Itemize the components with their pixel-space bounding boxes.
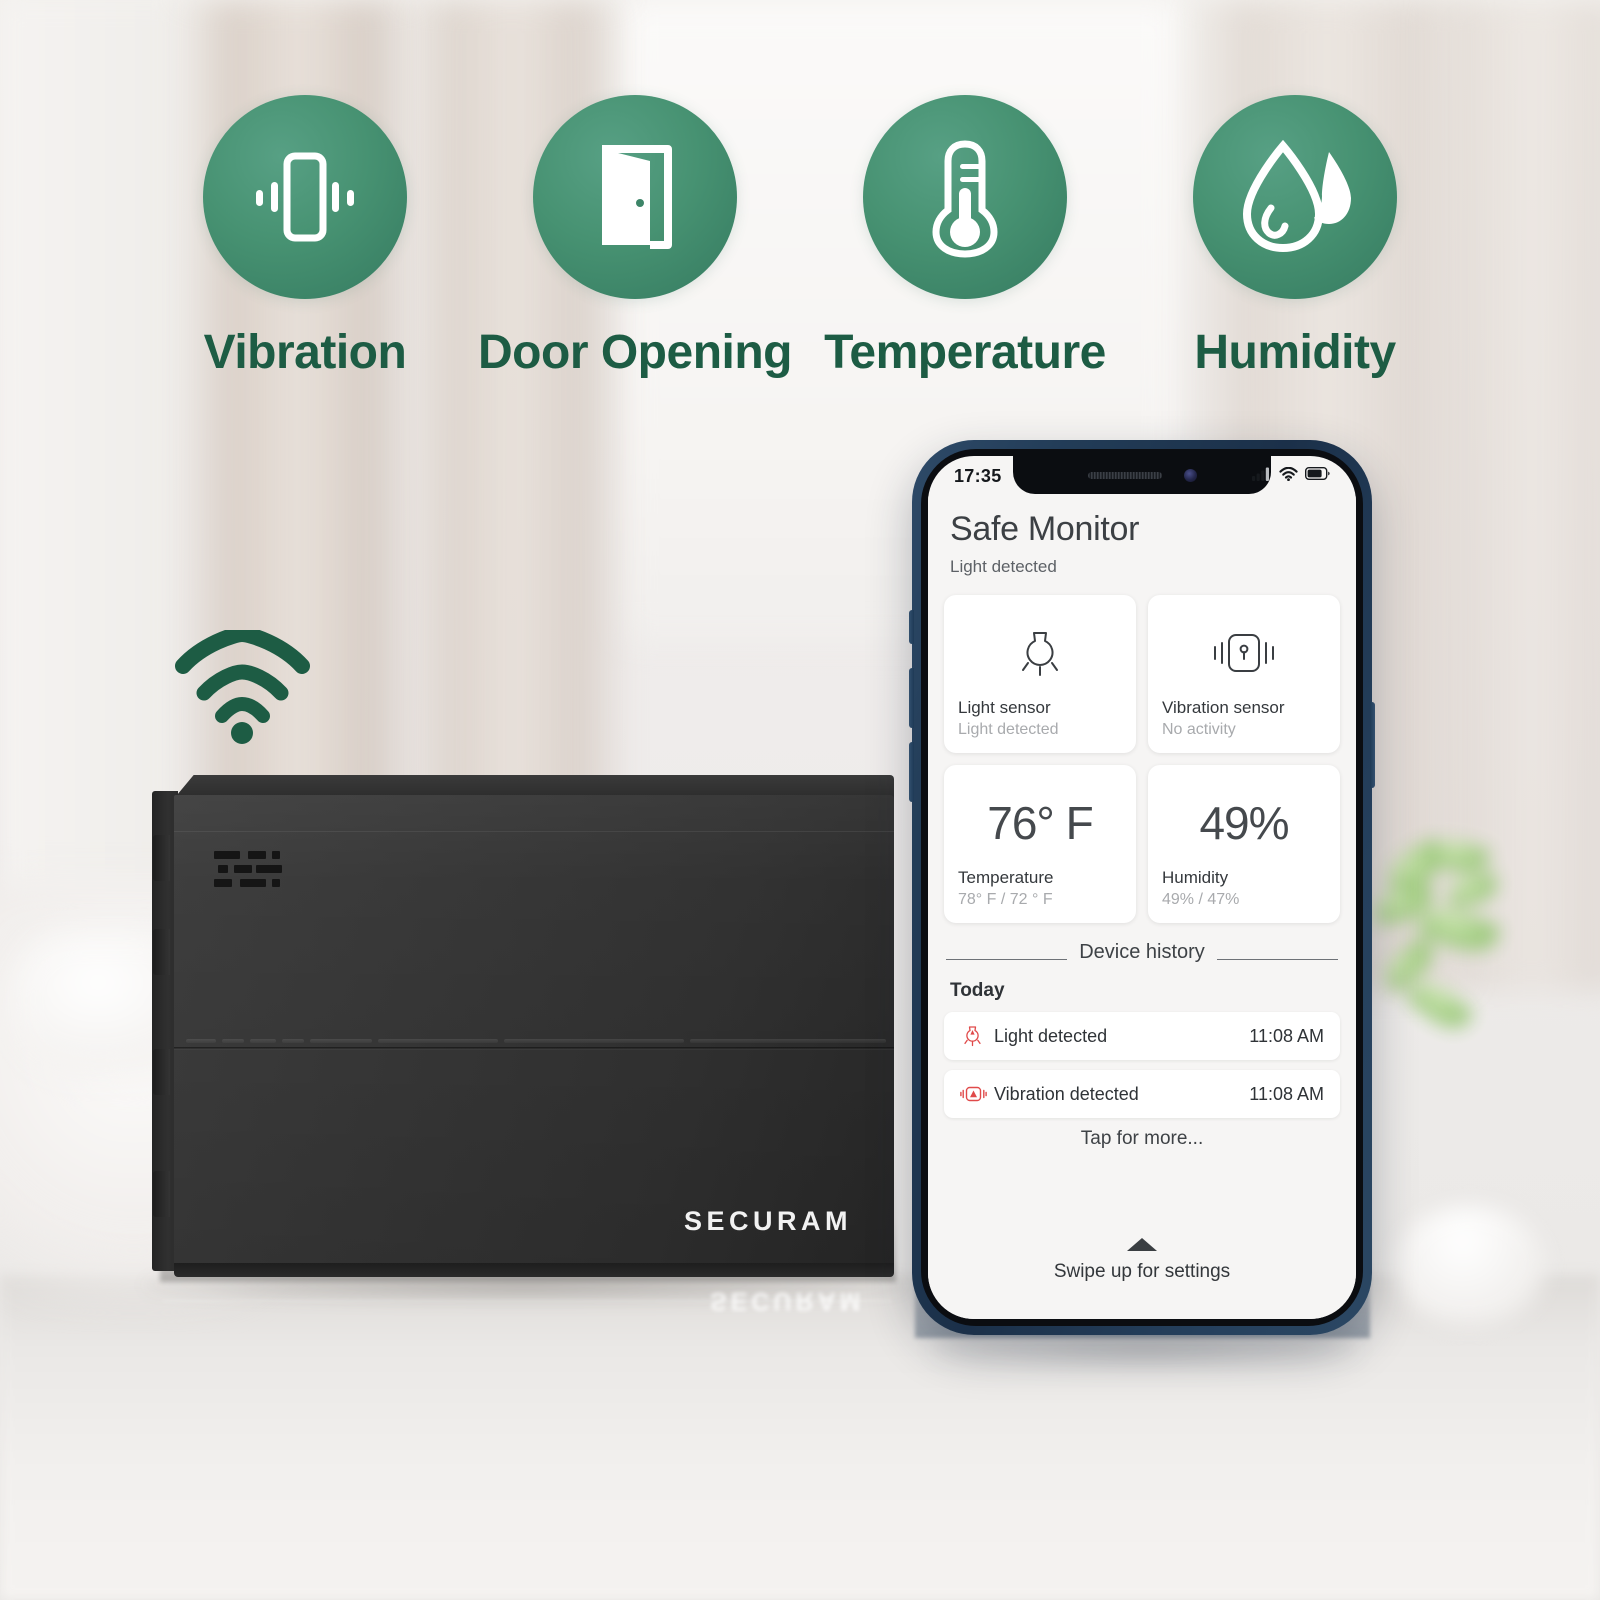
- wifi-icon: [1279, 466, 1298, 486]
- divider-label: Device history: [1079, 941, 1205, 963]
- page-subtitle: Light detected: [950, 557, 1057, 576]
- feature-label: Door Opening: [478, 326, 792, 379]
- swipe-up-label: Swipe up for settings: [1053, 1261, 1231, 1282]
- temperature-card[interactable]: 76° F Temperature 78° F / 72 ° F: [944, 765, 1136, 923]
- sensor-card-grid: Light sensor Light detected Vibration se…: [944, 595, 1340, 923]
- securam-safe-device: SECURAM: [152, 775, 894, 1277]
- card-title: Light sensor: [958, 698, 1051, 717]
- card-title: Temperature: [958, 868, 1054, 887]
- feature-label: Vibration: [203, 326, 407, 379]
- history-group-label: Today: [950, 980, 1005, 1001]
- card-status: 78° F / 72 ° F: [958, 891, 1053, 908]
- status-bar: 17:35: [928, 456, 1356, 496]
- device-history-divider: Device history: [946, 941, 1339, 964]
- tap-for-more-button[interactable]: Tap for more...: [944, 1128, 1340, 1150]
- phone-volume-down-button[interactable]: [909, 742, 914, 802]
- feature-humidity: Humidity: [1145, 95, 1445, 380]
- smartphone: 17:35 Safe Monitor Light detected Light …: [909, 440, 1375, 1335]
- history-time: 11:08 AM: [1249, 1083, 1324, 1104]
- light-alert-icon: [960, 1024, 990, 1049]
- divider-line-left: [946, 959, 1068, 960]
- status-time: 17:35: [954, 465, 1002, 486]
- history-label: Vibration detected: [994, 1083, 1139, 1104]
- card-title: Vibration sensor: [1162, 698, 1285, 717]
- vibration-sensor-card[interactable]: Vibration sensor No activity: [1148, 595, 1340, 753]
- phone-volume-up-button[interactable]: [909, 668, 914, 728]
- product-marketing-image: Vibration Door Opening Temperature Humid…: [0, 0, 1600, 1600]
- safe-speaker-grille: [214, 851, 282, 887]
- thermometer-icon: [863, 95, 1067, 299]
- temperature-value: 76° F: [987, 796, 1093, 849]
- battery-icon: [1304, 466, 1330, 485]
- history-row-light[interactable]: Light detected 11:08 AM: [944, 1012, 1340, 1060]
- humidity-value: 49%: [1199, 796, 1289, 849]
- feature-vibration: Vibration: [155, 95, 455, 380]
- background-plant-pot: [1395, 1205, 1545, 1325]
- water-droplet-icon: [1193, 95, 1397, 299]
- feature-label: Temperature: [824, 326, 1106, 379]
- feature-row: Vibration Door Opening Temperature Humid…: [155, 95, 1445, 380]
- phone-screen[interactable]: 17:35 Safe Monitor Light detected Light …: [928, 456, 1356, 1319]
- safe-reflection-logo: SECURAM: [710, 1287, 865, 1315]
- cellular-signal-icon: [1252, 467, 1272, 486]
- chevron-up-icon: [1127, 1238, 1157, 1251]
- safe-seam: [174, 831, 894, 832]
- safe-vent-dashes: [186, 1039, 886, 1044]
- safe-bottom-edge: [174, 1263, 894, 1277]
- phone-mute-switch[interactable]: [909, 610, 914, 644]
- wifi-connectivity-icon: [175, 625, 310, 745]
- background-wall: [0, 0, 180, 900]
- phone-power-button[interactable]: [1370, 702, 1375, 788]
- safe-monitor-app: Safe Monitor Light detected Light sensor…: [928, 496, 1356, 1319]
- light-bulb-icon: [958, 611, 1122, 694]
- card-status: No activity: [1162, 721, 1236, 738]
- card-status: Light detected: [958, 721, 1059, 738]
- feature-door-opening: Door Opening: [478, 95, 792, 380]
- vibration-alert-icon: [960, 1084, 990, 1104]
- history-label: Light detected: [994, 1025, 1108, 1046]
- humidity-card[interactable]: 49% Humidity 49% / 47%: [1148, 765, 1340, 923]
- card-title: Humidity: [1162, 868, 1229, 887]
- swipe-up-settings-affordance[interactable]: Swipe up for settings: [928, 1238, 1356, 1283]
- feature-label: Humidity: [1194, 326, 1396, 379]
- feature-temperature: Temperature: [815, 95, 1115, 380]
- divider-line-right: [1216, 959, 1339, 960]
- status-icon-group: [1252, 466, 1330, 486]
- light-sensor-card[interactable]: Light sensor Light detected: [944, 595, 1136, 753]
- safe-door-seam: [174, 1047, 894, 1050]
- safe-front-face: SECURAM: [174, 795, 894, 1273]
- vibration-icon: [203, 95, 407, 299]
- card-status: 49% / 47%: [1162, 891, 1240, 908]
- background-plant: [1372, 834, 1600, 1200]
- safe-vibration-icon: [1162, 611, 1326, 694]
- page-title: Safe Monitor: [950, 510, 1140, 548]
- history-time: 11:08 AM: [1249, 1025, 1324, 1046]
- safe-sheen: [174, 795, 894, 1273]
- securam-brand-logo: SECURAM: [683, 1206, 852, 1236]
- history-row-vibration[interactable]: Vibration detected 11:08 AM: [944, 1070, 1340, 1118]
- door-opening-icon: [533, 95, 737, 299]
